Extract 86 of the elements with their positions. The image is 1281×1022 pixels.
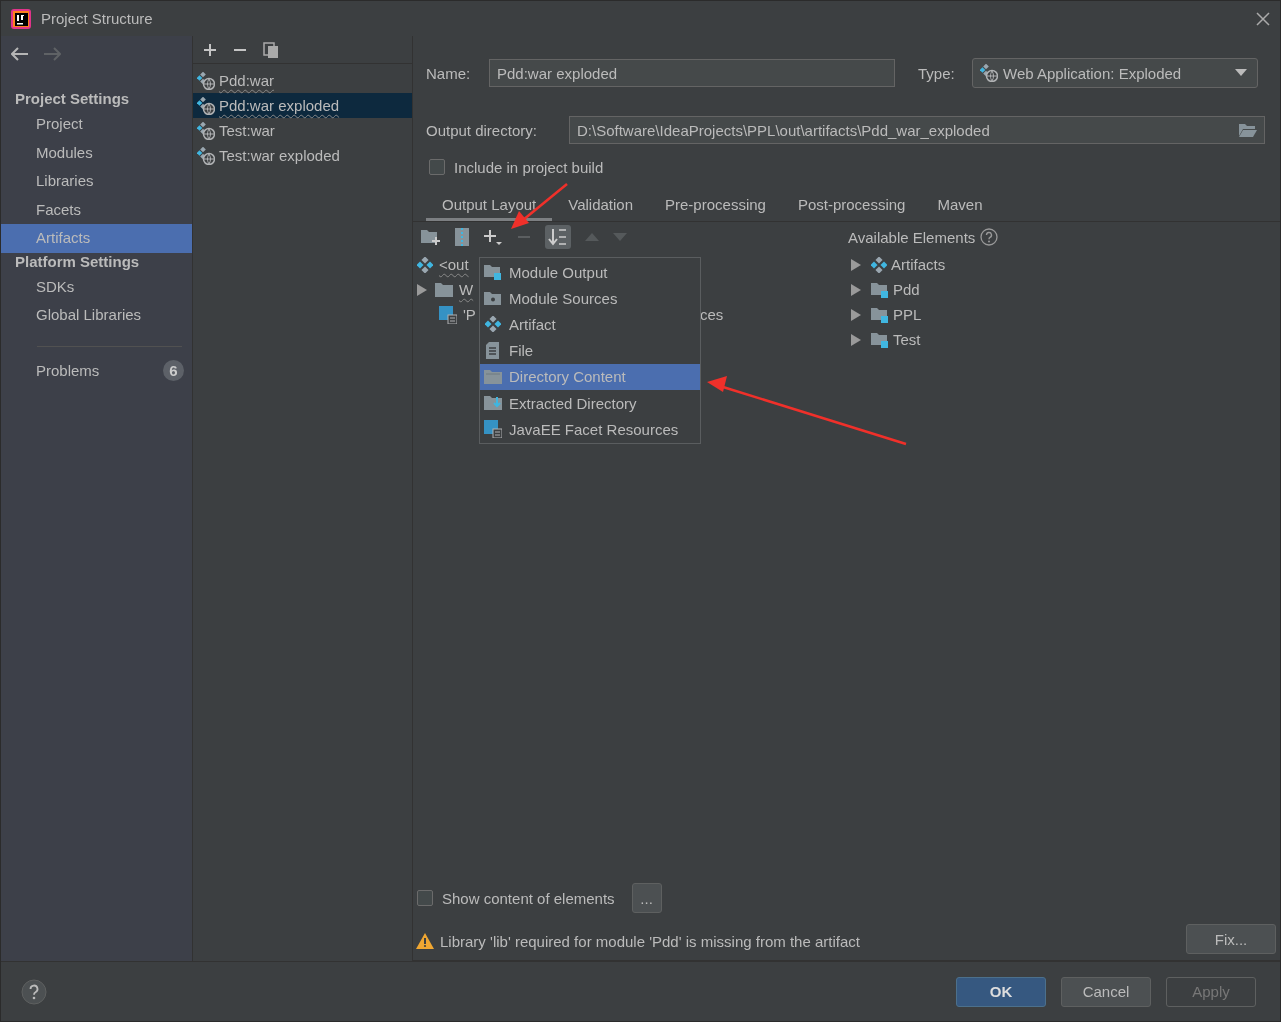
folder-icon: [871, 331, 889, 348]
output-directory-field[interactable]: D:\Software\IdeaProjects\PPL\out\artifacts\Pdd_war_exploded: [569, 116, 1265, 144]
tree-node[interactable]: 'P: [463, 306, 476, 323]
help-icon[interactable]: [21, 978, 47, 1005]
count-badge: 6: [163, 360, 184, 381]
folder-icon: [435, 282, 453, 297]
warning-message: Library 'lib' required for module 'Pdd' is missing from the artifact: [440, 932, 861, 950]
facet-icon: [439, 305, 457, 324]
tree-node[interactable]: PPL: [893, 306, 922, 323]
sidebar-item[interactable]: Modules: [1, 138, 192, 167]
help-icon[interactable]: [980, 228, 999, 246]
tab[interactable]: Maven: [921, 191, 999, 221]
web-artifact-icon: [980, 64, 998, 82]
artifact-list-entry[interactable]: Pdd:war exploded: [193, 93, 412, 118]
menu-item[interactable]: File: [480, 337, 700, 364]
folder-icon: [484, 290, 502, 307]
diamond-icon: [417, 256, 433, 273]
folder-icon: [871, 281, 889, 298]
field-label: Output directory:: [426, 121, 538, 139]
tab[interactable]: Pre-processing: [649, 191, 782, 221]
dialog-button[interactable]: OK: [956, 976, 1046, 1007]
close-icon[interactable]: [1256, 11, 1270, 26]
sort-toggle[interactable]: [545, 225, 571, 249]
dialog-button[interactable]: Cancel: [1061, 976, 1151, 1007]
artifact-list-entry[interactable]: Test:war exploded: [193, 143, 412, 168]
tree-node[interactable]: W: [459, 281, 474, 298]
folder-icon: [871, 306, 889, 323]
expand-arrow-icon[interactable]: [851, 308, 861, 321]
checkbox-label: Show content of elements: [442, 889, 615, 907]
section-heading: Project Settings: [14, 89, 131, 109]
menu-item[interactable]: JavaEE Facet Resources: [480, 416, 700, 443]
menu-item[interactable]: Artifact: [480, 311, 700, 338]
folder-download-icon: [484, 395, 502, 412]
tab[interactable]: Post-processing: [781, 191, 922, 221]
menu-item[interactable]: Extracted Directory: [480, 389, 700, 417]
expand-arrow-icon[interactable]: [851, 283, 861, 296]
fix-button[interactable]: Fix...: [1186, 924, 1276, 954]
field-label: Name:: [426, 64, 472, 82]
facet-icon: [484, 420, 502, 439]
sidebar-item[interactable]: Project: [1, 110, 192, 139]
sidebar-item[interactable]: Libraries: [1, 167, 192, 196]
expand-arrow-icon[interactable]: [851, 333, 861, 346]
options-button[interactable]: ...: [631, 883, 662, 913]
tree-node[interactable]: Test: [893, 331, 921, 348]
tab[interactable]: Validation: [552, 191, 649, 221]
web-artifact-icon: [197, 71, 215, 90]
web-artifact-icon: [197, 96, 215, 115]
web-artifact-icon: [197, 146, 215, 165]
new-folder-icon[interactable]: [421, 229, 441, 245]
type-dropdown[interactable]: Web Application: Exploded: [972, 58, 1258, 88]
sidebar-item[interactable]: Facets: [1, 195, 192, 224]
checkbox-label: Include in project build: [454, 158, 604, 176]
back-arrow-icon[interactable]: [11, 47, 29, 61]
file-icon: [486, 342, 500, 360]
expand-arrow-icon[interactable]: [417, 283, 427, 296]
add-dropdown-icon[interactable]: [483, 228, 503, 246]
expand-arrow-icon[interactable]: [851, 258, 861, 271]
warning-icon: [416, 933, 434, 949]
web-artifact-icon: [197, 121, 215, 140]
sidebar-item[interactable]: Problems: [36, 362, 100, 379]
tree-node[interactable]: Artifacts: [891, 256, 946, 273]
checkbox[interactable]: [429, 159, 445, 175]
app-logo-icon: [11, 8, 31, 29]
menu-item[interactable]: Module Output: [480, 259, 700, 286]
copy-icon[interactable]: [263, 41, 279, 58]
artifact-list-entry[interactable]: Test:war: [193, 118, 412, 143]
artifact-list-entry[interactable]: Pdd:war: [193, 68, 412, 93]
diamond-icon: [871, 256, 887, 273]
tree-node[interactable]: Pdd: [893, 281, 920, 298]
caret-icon: [1235, 69, 1247, 77]
tree-node-fragment: ces: [699, 306, 724, 323]
sidebar-item[interactable]: SDKs: [1, 272, 192, 301]
folder-icon: [484, 369, 502, 385]
folder-icon: [484, 264, 502, 281]
diamond-icon: [485, 316, 501, 333]
sidebar-item[interactable]: Global Libraries: [1, 301, 192, 330]
tree-node[interactable]: <out: [439, 256, 469, 273]
name-field[interactable]: Pdd:war exploded: [489, 59, 895, 87]
field-label: Type:: [918, 64, 956, 82]
panel-heading: Available Elements: [848, 228, 976, 246]
menu-item[interactable]: Module Sources: [480, 285, 700, 312]
checkbox[interactable]: [417, 890, 433, 906]
folder-open-icon[interactable]: [1239, 123, 1257, 137]
section-heading: Platform Settings: [14, 252, 141, 272]
add-icon[interactable]: [203, 42, 217, 57]
window-title: Project Structure: [41, 10, 153, 27]
